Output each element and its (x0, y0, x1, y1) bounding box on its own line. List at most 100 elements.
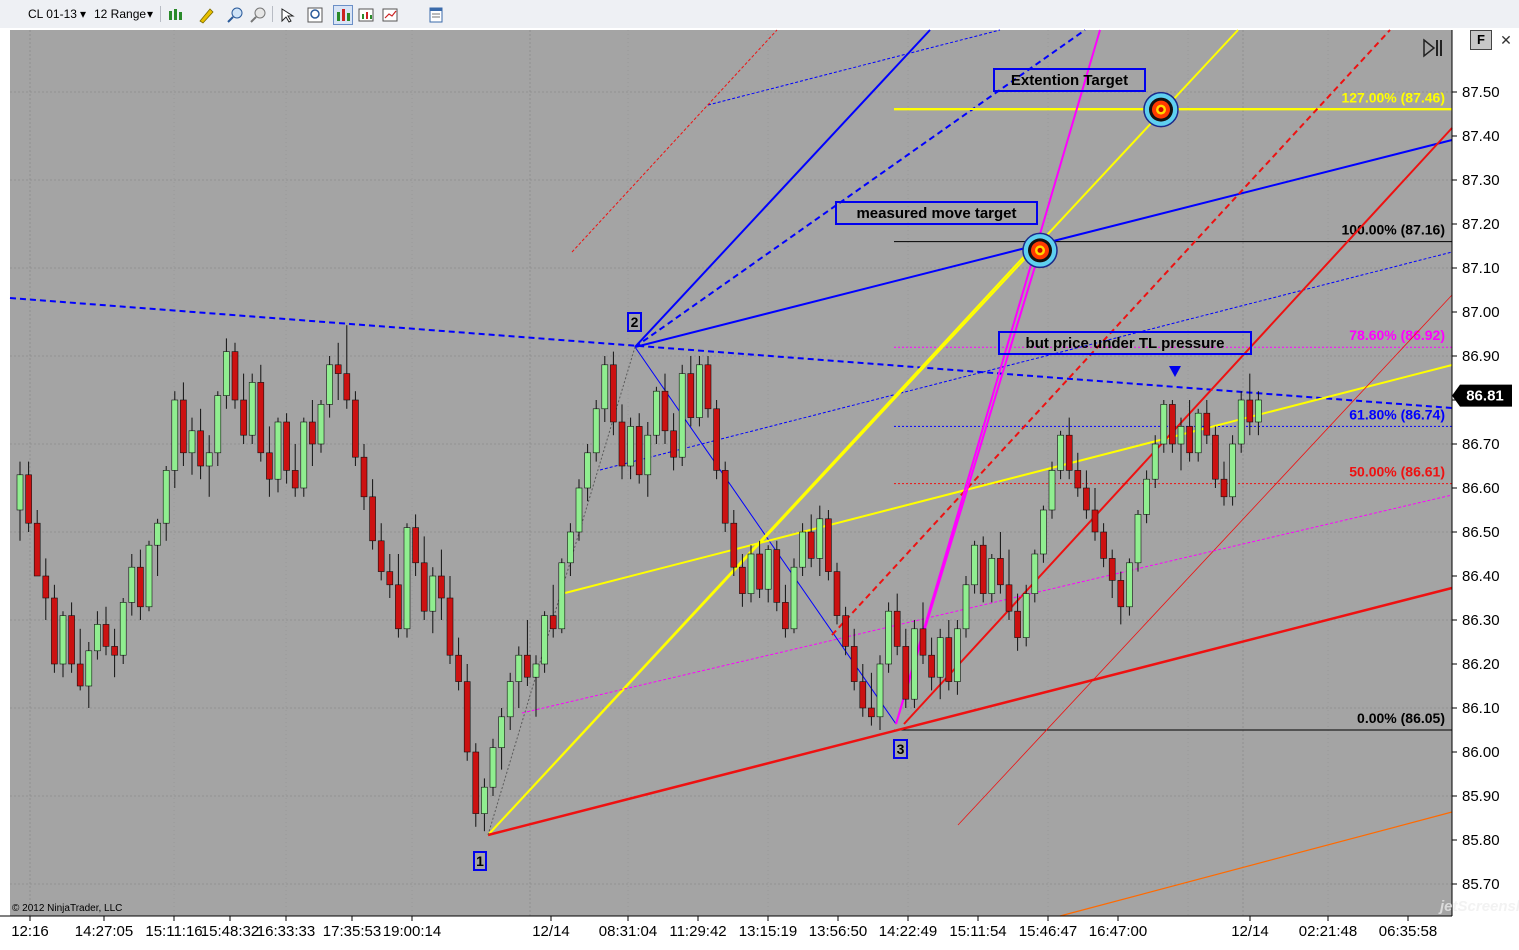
instrument-dropdown-icon[interactable]: ▾ (80, 4, 86, 24)
time-tick-label: 15:11:16 (145, 923, 202, 940)
candle-body (205, 452, 213, 467)
time-tick-label: 15:48:32 (201, 923, 259, 940)
candle-body (661, 390, 669, 432)
copyright-text: © 2012 NinjaTrader, LLC (12, 903, 122, 914)
toolbar-separator (160, 6, 161, 22)
candle-body (248, 382, 256, 436)
candle-body (773, 549, 781, 603)
candle-body (1237, 399, 1245, 445)
candle-body (1203, 412, 1211, 436)
candle-body (162, 470, 170, 524)
candle-body (919, 628, 927, 656)
tl-pressure-label: but price under TL pressure (998, 331, 1252, 355)
data-box-icon[interactable] (356, 5, 376, 25)
candle-body (1014, 610, 1021, 638)
instrument-selector[interactable]: CL 01-13 (28, 4, 77, 24)
candle-body (154, 522, 161, 546)
bar-type-dropdown-icon[interactable]: ▾ (147, 4, 153, 24)
candle-body (1005, 584, 1013, 612)
candle-body (438, 575, 445, 599)
candle-body (283, 421, 290, 471)
candle-body (704, 364, 712, 410)
draw-pencil-icon[interactable] (196, 5, 216, 25)
candle-body (558, 562, 566, 630)
candle-body (180, 399, 187, 454)
candle-body (1143, 478, 1150, 515)
fib-level-label: 61.80% (86.74) (1349, 406, 1445, 422)
candle-body (678, 373, 686, 458)
bar-chart-icon[interactable] (333, 5, 353, 25)
search-zoom-icon[interactable] (305, 5, 325, 25)
indicator-icon[interactable] (380, 5, 400, 25)
candle-body (1048, 470, 1056, 511)
candle-body (171, 399, 179, 471)
candle-body (214, 395, 222, 454)
time-tick-label: 08:31:04 (599, 923, 657, 940)
candle-body (842, 615, 849, 647)
candle-body (1065, 434, 1073, 471)
candle-body (1117, 580, 1125, 608)
candle-body (928, 654, 935, 678)
candle-body (412, 527, 419, 564)
time-tick-label: 14:22:49 (879, 923, 937, 940)
f-button[interactable]: F (1470, 30, 1492, 50)
candle-body (850, 646, 858, 682)
candlestick-style-icon[interactable] (166, 5, 186, 25)
cursor-icon[interactable] (277, 5, 297, 25)
price-tick-label: 87.50 (1462, 84, 1500, 101)
target-ring (1158, 107, 1164, 113)
candle-body (670, 430, 677, 458)
candle-body (472, 751, 480, 814)
candle-body (33, 522, 41, 577)
price-tick-label: 87.20 (1462, 216, 1500, 233)
tl-pressure-label-text: but price under TL pressure (1026, 335, 1225, 352)
candle-body (687, 373, 695, 418)
price-tick-label: 87.30 (1462, 172, 1500, 189)
candle-body (764, 549, 772, 590)
zoom-in-icon[interactable] (225, 5, 245, 25)
candle-body (274, 421, 282, 480)
candle-body (300, 421, 308, 489)
time-tick-label: 16:47:00 (1089, 923, 1147, 940)
candle-body (988, 558, 996, 594)
candle-body (627, 426, 634, 467)
candle-body (481, 786, 488, 814)
candle-body (1212, 434, 1219, 480)
time-tick-label: 06:35:58 (1379, 923, 1437, 940)
candle-body (549, 615, 557, 630)
candle-body (1134, 514, 1142, 564)
extension-target-label-text: Extention Target (1011, 72, 1128, 89)
bar-type-selector[interactable]: 12 Range (94, 4, 146, 24)
candle-body (51, 597, 58, 665)
properties-icon[interactable] (426, 5, 446, 25)
candle-body (68, 615, 75, 665)
measured-move-target-icon (1022, 232, 1058, 269)
zoom-out-icon[interactable] (248, 5, 268, 25)
current-price-label: 86.81 (1466, 388, 1504, 405)
candle-body (334, 364, 342, 374)
candle-body (25, 474, 32, 524)
close-icon[interactable]: ✕ (1496, 30, 1516, 50)
candle-body (1022, 593, 1030, 638)
candle-body (954, 628, 961, 682)
extension-target-label: Extention Target (993, 68, 1146, 92)
time-tick-label: 12/14 (1231, 923, 1269, 940)
candle-body (696, 364, 703, 418)
price-tick-label: 86.90 (1462, 348, 1500, 365)
candle-body (102, 624, 110, 647)
candle-body (446, 597, 454, 656)
time-tick-label: 13:56:50 (809, 923, 867, 940)
candle-body (291, 470, 299, 489)
price-chart[interactable]: 127.00% (87.46) 100.00% (87.16) 78.60% (86… (0, 28, 1519, 950)
fib-level-label: 100.00% (87.16) (1341, 222, 1445, 238)
time-tick-label: 14:27:05 (75, 923, 133, 940)
candle-body (42, 575, 50, 599)
fib-level-label: 50.00% (86.61) (1349, 464, 1445, 480)
chart-toolbar: CL 01-13 ▾ 12 Range ▾ (0, 0, 1519, 29)
time-tick-label: 13:15:19 (739, 923, 797, 940)
candle-body (498, 716, 505, 748)
candle-body (1169, 404, 1176, 445)
candle-body (756, 553, 763, 590)
candle-body (747, 553, 755, 594)
candle-body (197, 430, 204, 467)
